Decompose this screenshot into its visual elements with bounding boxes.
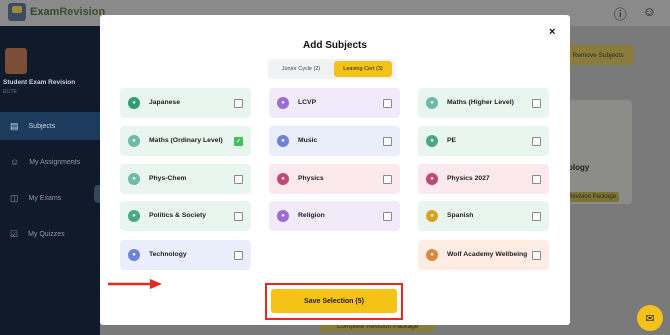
- sidebar-item-label: Subjects: [28, 122, 56, 130]
- subject-card-spanish[interactable]: ● Spanish: [418, 201, 549, 231]
- subject-icon: ●: [426, 97, 438, 109]
- subject-checkbox[interactable]: [532, 174, 541, 184]
- subject-checkbox[interactable]: [234, 211, 243, 221]
- logo-text-revision: Revision: [59, 6, 106, 18]
- subject-checkbox[interactable]: [383, 98, 392, 108]
- logo-text-exam: Exam: [30, 6, 60, 18]
- subject-label: Maths (Higher Level): [447, 99, 514, 106]
- subject-icon: ●: [128, 249, 140, 261]
- logo-icon: [8, 3, 26, 21]
- student-name: Student Exam Revision: [3, 79, 76, 86]
- subject-card-lcvp[interactable]: ● LCVP: [269, 88, 400, 118]
- subject-label: LCVP: [298, 99, 317, 106]
- subject-checkbox[interactable]: [532, 250, 541, 260]
- subject-checkbox[interactable]: [234, 250, 243, 260]
- subject-checkbox[interactable]: ✓: [234, 136, 243, 146]
- subject-icon: ●: [277, 135, 289, 147]
- cycle-tabs: Junior Cycle (2) Leaving Cert (3): [268, 59, 396, 79]
- tab-junior-cycle[interactable]: Junior Cycle (2): [270, 61, 332, 77]
- subject-checkbox[interactable]: [532, 136, 541, 146]
- subject-card-maths-higher-level[interactable]: ● Maths (Higher Level): [418, 88, 549, 118]
- subject-card[interactable]: [562, 100, 632, 204]
- book-icon: ▤: [10, 120, 19, 131]
- subject-label: PE: [447, 137, 457, 144]
- subject-checkbox[interactable]: [532, 98, 541, 108]
- subject-icon: ●: [128, 97, 140, 109]
- add-subjects-modal: Add Subjects × Junior Cycle (2) Leaving …: [100, 15, 570, 325]
- subject-label: Politics & Society: [149, 212, 207, 219]
- subject-icon: ●: [277, 210, 289, 222]
- modal-title: Add Subjects: [303, 40, 367, 51]
- user-icon[interactable]: ☺: [643, 4, 656, 23]
- sidebar-item-label: My Assignments: [29, 158, 81, 166]
- sidebar-item-label: My Exams: [28, 194, 62, 202]
- sidebar: Student Exam Revision ELITE ▤ Subjects ☺…: [0, 26, 100, 335]
- subject-card-japanese[interactable]: ● Japanese: [120, 88, 251, 118]
- subject-label: Technology: [149, 251, 187, 258]
- sidebar-item-label: My Quizzes: [28, 230, 65, 238]
- save-selection-button[interactable]: Save Selection (5): [271, 289, 397, 313]
- avatar: [5, 48, 27, 74]
- subject-card-maths-ordinary-level[interactable]: ● Maths (Ordinary Level) ✓: [120, 126, 251, 156]
- subject-checkbox[interactable]: [383, 211, 392, 221]
- subject-card-wolf-academy-wellbeing[interactable]: ● Wolf Academy Wellbeing: [418, 240, 549, 270]
- subject-checkbox[interactable]: [383, 136, 392, 146]
- close-icon[interactable]: ×: [549, 26, 555, 38]
- subject-card-music[interactable]: ● Music: [269, 126, 400, 156]
- subject-label: Wolf Academy Wellbeing: [447, 251, 528, 258]
- subject-icon: ●: [426, 249, 438, 261]
- subject-card-politics-society[interactable]: ● Politics & Society: [120, 201, 251, 231]
- subject-label: Spanish: [447, 212, 474, 219]
- help-icon[interactable]: ⓘ: [614, 4, 627, 23]
- subject-label: Phys-Chem: [149, 175, 187, 182]
- student-tier: ELITE: [3, 89, 17, 95]
- subject-label: Maths (Ordinary Level): [149, 137, 223, 144]
- subject-checkbox[interactable]: [532, 211, 541, 221]
- sidebar-item-my-assignments[interactable]: ☺ My Assignments: [0, 148, 100, 176]
- subject-checkbox[interactable]: [234, 174, 243, 184]
- subject-label: Physics 2027: [447, 175, 490, 182]
- remove-subjects-button[interactable]: Remove Subjects: [562, 45, 634, 65]
- subject-icon: ●: [426, 210, 438, 222]
- subject-card-technology[interactable]: ● Technology: [120, 240, 251, 270]
- subject-card-religion[interactable]: ● Religion: [269, 201, 400, 231]
- subject-icon: ●: [277, 97, 289, 109]
- top-icons: ⓘ ☺: [614, 4, 656, 23]
- sidebar-item-my-exams[interactable]: ◫ My Exams: [0, 184, 100, 212]
- subject-checkbox[interactable]: [234, 98, 243, 108]
- subject-card-physics-2027[interactable]: ● Physics 2027: [418, 164, 549, 194]
- subject-card-physics[interactable]: ● Physics: [269, 164, 400, 194]
- subject-checkbox[interactable]: [383, 174, 392, 184]
- subject-icon: ●: [426, 173, 438, 185]
- chat-bubble-icon[interactable]: ✉: [637, 305, 663, 331]
- tab-leaving-cert[interactable]: Leaving Cert (3): [334, 61, 392, 77]
- open-book-icon: ◫: [10, 192, 19, 203]
- subject-label: Japanese: [149, 99, 180, 106]
- subject-icon: ●: [277, 173, 289, 185]
- logo: ExamRevision: [8, 3, 105, 21]
- subject-icon: ●: [128, 135, 140, 147]
- subject-card-phys-chem[interactable]: ● Phys-Chem: [120, 164, 251, 194]
- arrow-annotation: [108, 279, 162, 289]
- subject-icon: ●: [128, 210, 140, 222]
- revision-package-label: Revision Package: [565, 192, 620, 202]
- subject-card-title: ology: [568, 163, 590, 172]
- users-icon: ☺: [10, 157, 20, 167]
- subject-card-pe[interactable]: ● PE: [418, 126, 549, 156]
- checkbox-icon: ☑: [10, 228, 19, 239]
- subject-label: Physics: [298, 175, 324, 182]
- sidebar-item-subjects[interactable]: ▤ Subjects: [0, 112, 100, 140]
- subject-icon: ●: [426, 135, 438, 147]
- subject-label: Music: [298, 137, 318, 144]
- sidebar-item-my-quizzes[interactable]: ☑ My Quizzes: [0, 220, 100, 248]
- subject-icon: ●: [128, 173, 140, 185]
- subject-label: Religion: [298, 212, 325, 219]
